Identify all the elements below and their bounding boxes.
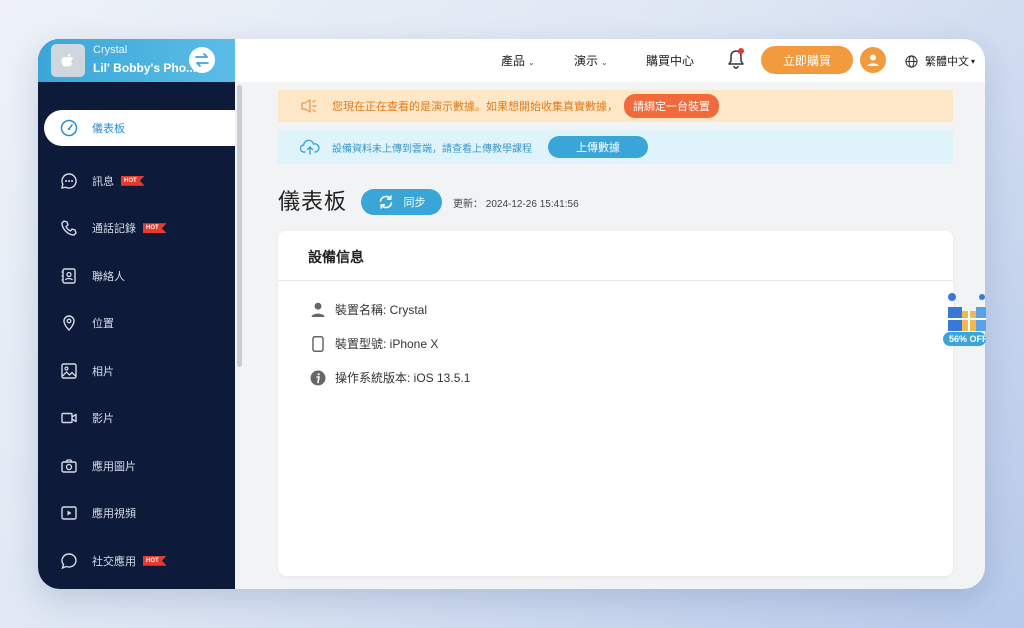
store-link[interactable]: 購買中心 (646, 52, 694, 69)
caret-down-icon: ▾ (971, 56, 976, 66)
cloud-upload-banner: 設備資料未上傳到雲端，請查看上傳教學課程 上傳數據 (278, 130, 953, 164)
demo-banner-text: 您現在正在查看的是演示數據。如果想開始收集真實數據， (332, 101, 618, 113)
card-title: 設備信息 (308, 249, 364, 265)
notification-dot (738, 48, 744, 54)
sync-button[interactable]: 同步 (361, 189, 442, 215)
device-model-row: 裝置型號: iPhone X (310, 335, 438, 352)
top-navbar: 產品 ⌄ 演示 ⌄ 購買中心 立即購買 繁體中文 ▾ (235, 39, 985, 82)
sidebar-item-videos[interactable]: 影片 (38, 395, 235, 443)
sidebar-item-label: 聯絡人 (92, 270, 125, 283)
sidebar-item-messages[interactable]: 訊息 HOT (38, 157, 235, 205)
buy-now-button[interactable]: 立即購買 (761, 46, 853, 74)
sidebar-item-label: 訊息 (92, 175, 114, 188)
products-label: 產品 (501, 54, 526, 68)
sidebar-item-label: 通話記錄 (92, 223, 136, 236)
sidebar-item-label: 儀表板 (92, 123, 125, 135)
switch-device-button[interactable] (189, 47, 215, 73)
sidebar-item-app-videos[interactable]: 應用視頻 (38, 490, 235, 538)
language-selector[interactable]: 繁體中文 ▾ (905, 53, 975, 69)
page-title: 儀表板 (278, 189, 348, 214)
speech-bubble-icon (59, 551, 79, 571)
sync-label: 同步 (403, 197, 426, 209)
chevron-down-icon: ⌄ (528, 58, 535, 67)
device-model: Lil' Bobby's Pho... (93, 61, 197, 75)
user-icon (310, 302, 326, 318)
chevron-down-icon: ⌄ (601, 58, 608, 67)
sidebar-item-social-apps[interactable]: 社交應用 HOT (38, 537, 235, 585)
sidebar-item-call-log[interactable]: 通話記錄 HOT (38, 205, 235, 253)
demo-label: 演示 (574, 54, 599, 68)
image-icon (59, 361, 79, 381)
info-icon (310, 370, 326, 386)
video-icon (59, 408, 79, 428)
cloud-upload-icon (300, 139, 320, 155)
apple-icon (51, 44, 85, 77)
switch-arrows-icon (195, 53, 209, 67)
hot-badge: HOT (143, 223, 167, 234)
os-version-row: 操作系統版本: iOS 13.5.1 (310, 369, 470, 386)
sidebar-item-label: 相片 (92, 365, 114, 378)
globe-icon (905, 54, 918, 68)
device-model-value: 裝置型號: iPhone X (335, 337, 439, 351)
device-name: Crystal (93, 44, 128, 56)
location-pin-icon (59, 313, 79, 333)
sidebar-scrollbar[interactable] (237, 85, 242, 367)
play-icon (59, 503, 79, 523)
sidebar-item-dashboard[interactable]: 儀表板 (44, 110, 235, 146)
demo-data-banner: 您現在正在查看的是演示數據。如果想開始收集真實數據， 請綁定一台裝置 (278, 90, 953, 122)
upload-data-button[interactable]: 上傳數據 (548, 136, 648, 158)
sidebar-item-app-photos[interactable]: 應用圖片 (38, 442, 235, 490)
sidebar-item-label: 影片 (92, 413, 114, 426)
sidebar-item-photos[interactable]: 相片 (38, 347, 235, 395)
bind-device-button[interactable]: 請綁定一台裝置 (624, 94, 719, 118)
device-info-card: 設備信息 裝置名稱: Crystal 裝置型號: iPhone X 操作系統版本… (278, 231, 953, 576)
sidebar-item-label: 位置 (92, 318, 114, 331)
avatar[interactable] (860, 47, 886, 73)
chat-icon (59, 171, 79, 191)
hot-badge: HOT (143, 555, 167, 566)
device-header[interactable]: Crystal Lil' Bobby's Pho... (38, 39, 235, 82)
phone-device-icon (310, 335, 326, 352)
sidebar-nav: 儀表板 訊息 HOT 通話記錄 HOT 聯絡人 位置 相片 影片 應用圖片 應用… (38, 110, 235, 585)
gauge-icon (59, 118, 79, 138)
last-updated: 更新： 2024-12-26 15:41:56 (453, 199, 579, 210)
sidebar-item-location[interactable]: 位置 (38, 300, 235, 348)
language-label: 繁體中文 (925, 56, 969, 68)
sidebar-item-label: 社交應用 (92, 555, 136, 568)
sidebar-item-label: 應用圖片 (92, 460, 136, 473)
sidebar-item-contacts[interactable]: 聯絡人 (38, 252, 235, 300)
device-name-row: 裝置名稱: Crystal (310, 301, 427, 318)
device-name-value: 裝置名稱: Crystal (335, 303, 428, 317)
phone-icon (59, 218, 79, 238)
sidebar-item-label: 應用視頻 (92, 508, 136, 521)
divider (278, 280, 953, 281)
contacts-icon (59, 266, 79, 286)
os-version-value: 操作系統版本: iOS 13.5.1 (335, 371, 471, 385)
cloud-banner-text: 設備資料未上傳到雲端，請查看上傳教學課程 (332, 143, 532, 155)
user-icon (867, 54, 879, 66)
app-window: Crystal Lil' Bobby's Pho... 儀表板 訊息 HOT 通… (38, 39, 985, 589)
sidebar: Crystal Lil' Bobby's Pho... 儀表板 訊息 HOT 通… (38, 39, 235, 589)
hot-badge: HOT (121, 175, 145, 186)
products-menu[interactable]: 產品 ⌄ (501, 52, 535, 69)
megaphone-icon (301, 99, 317, 113)
discount-badge[interactable]: 56% OFF (943, 332, 986, 346)
camera-icon (59, 456, 79, 476)
refresh-icon (379, 195, 392, 209)
demo-menu[interactable]: 演示 ⌄ (574, 52, 608, 69)
